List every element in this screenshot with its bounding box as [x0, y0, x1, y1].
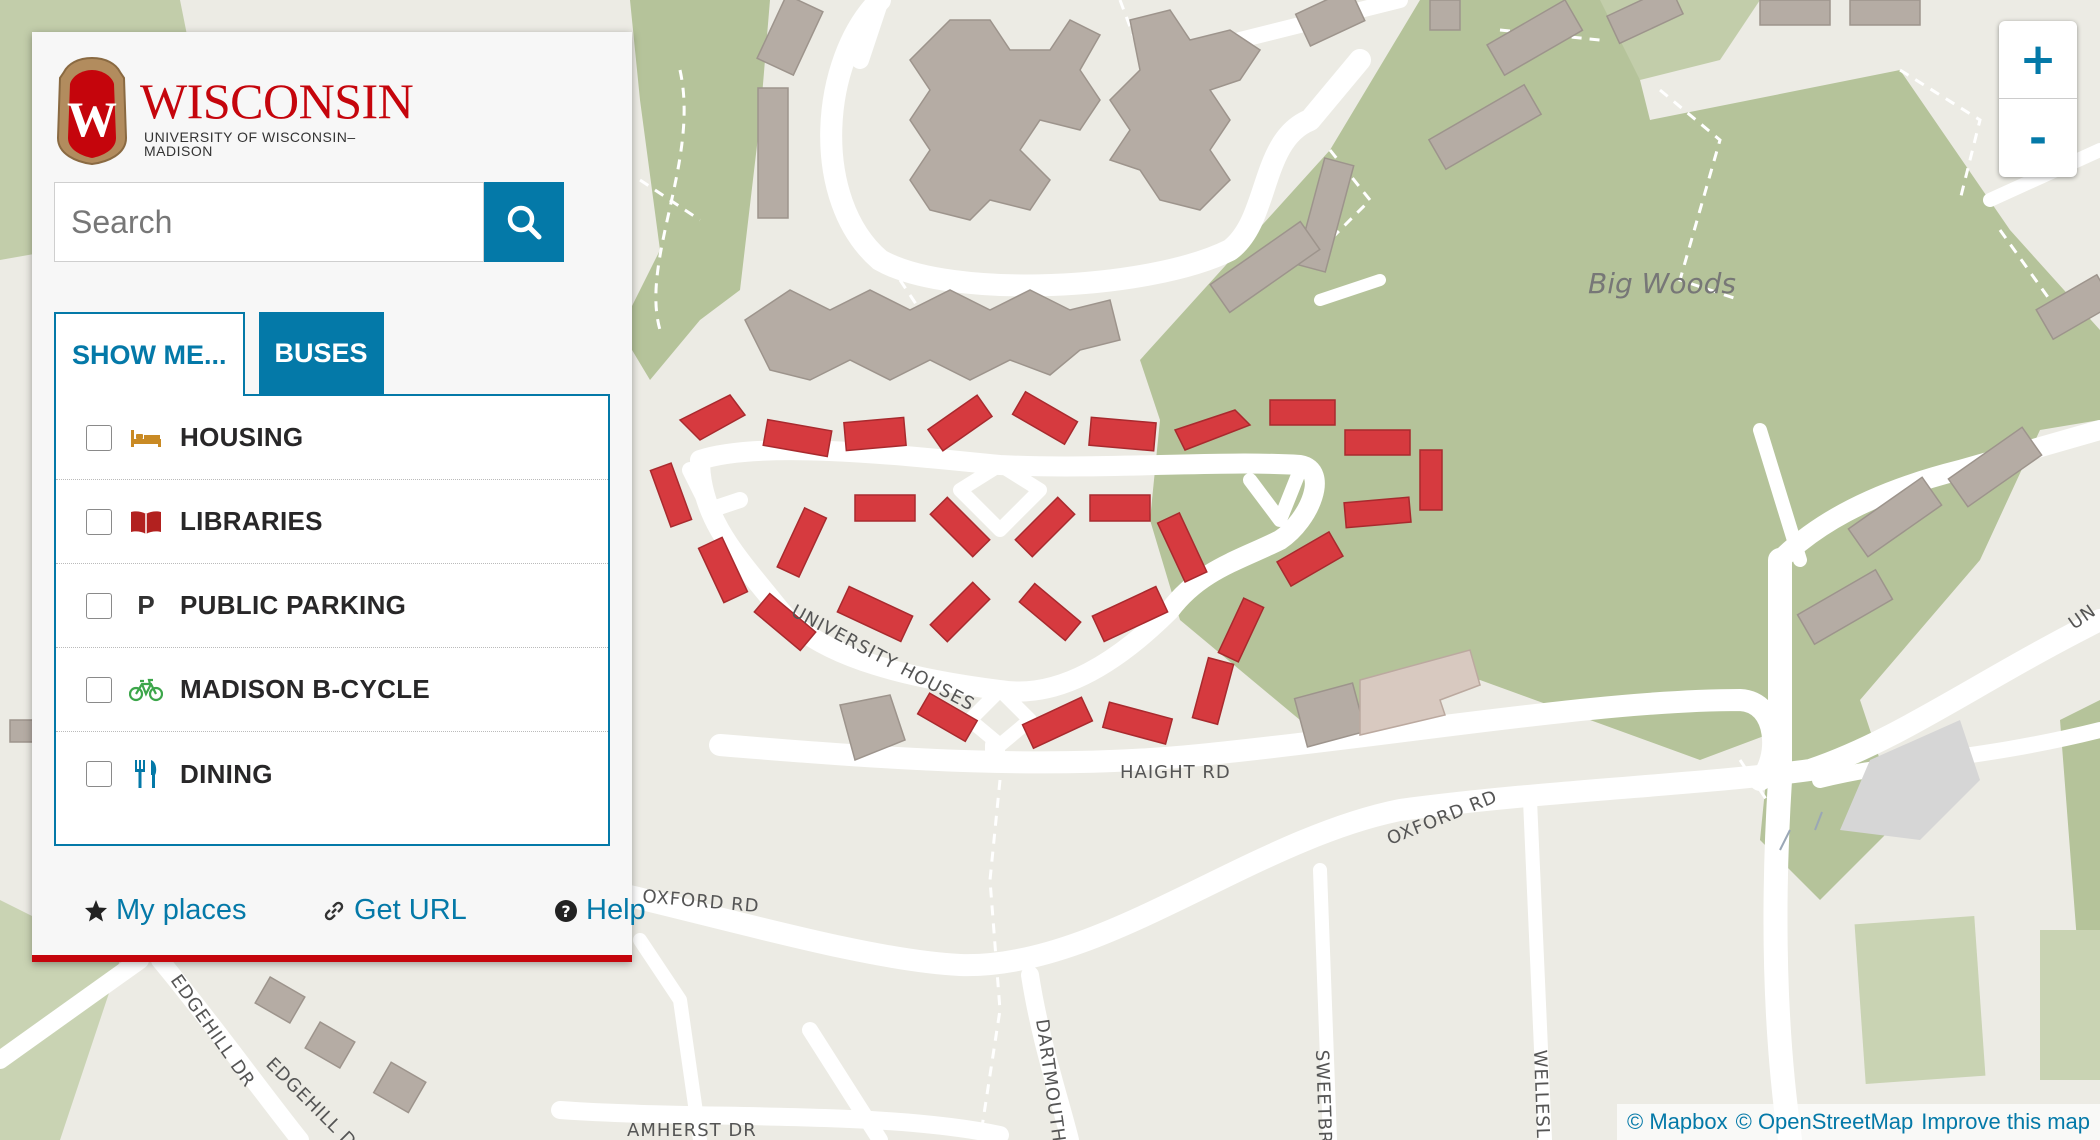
logo-subtitle: UNIVERSITY OF WISCONSIN–MADISON — [144, 129, 356, 159]
housing-label: HOUSING — [180, 422, 304, 452]
help-circle-icon: ? — [555, 899, 577, 922]
zoom-in-button[interactable]: + — [1999, 21, 2077, 99]
layer-row-public-parking[interactable]: P PUBLIC PARKING — [56, 564, 608, 648]
panel-tabs: SHOW ME... BUSES — [54, 312, 384, 396]
libraries-label: LIBRARIES — [180, 506, 323, 536]
libraries-checkbox[interactable] — [86, 508, 112, 535]
bicycle-icon — [126, 675, 166, 705]
layer-row-housing[interactable]: HOUSING — [56, 396, 608, 480]
mapbox-attribution-link[interactable]: © Mapbox — [1627, 1109, 1728, 1135]
tab-buses[interactable]: BUSES — [258, 312, 384, 394]
search-input[interactable] — [54, 182, 484, 262]
parking-symbol: P — [137, 590, 155, 620]
svg-text:W: W — [67, 91, 117, 147]
uw-crest-icon: W — [56, 56, 128, 166]
bed-icon — [126, 423, 166, 453]
get-url-label: Get URL — [354, 894, 467, 926]
zoom-control: + - — [1999, 21, 2077, 177]
improve-map-link[interactable]: Improve this map — [1921, 1109, 2090, 1135]
map-attribution: © Mapbox © OpenStreetMap Improve this ma… — [1617, 1104, 2100, 1140]
layer-row-madison-bcycle[interactable]: MADISON B-CYCLE — [56, 648, 608, 732]
side-panel: W WISCONSIN UNIVERSITY OF WISCONSIN–MADI… — [32, 32, 646, 962]
area-label-big-woods: Big Woods — [1588, 267, 1736, 300]
my-places-link[interactable]: My places — [84, 894, 247, 927]
get-url-link[interactable]: Get URL — [322, 894, 467, 927]
layer-list: HOUSING LIBRARIES P PUBLIC PARKING MADIS… — [54, 394, 610, 846]
dining-label: DINING — [180, 758, 273, 789]
road-label-wellesl: WELLESL — [1529, 1049, 1553, 1139]
panel-footer-links: My places Get URL ? Help — [50, 894, 646, 934]
tab-show-me[interactable]: SHOW ME... — [54, 312, 245, 396]
housing-checkbox[interactable] — [86, 424, 112, 451]
road-label-sweetbr: SWEETBR — [1311, 1049, 1335, 1140]
wisconsin-logo[interactable]: W WISCONSIN UNIVERSITY OF WISCONSIN–MADI… — [54, 54, 414, 174]
my-places-label: My places — [116, 894, 247, 926]
dining-checkbox[interactable] — [86, 761, 112, 787]
logo-wordmark: WISCONSIN — [140, 73, 414, 129]
layer-row-dining[interactable]: DINING — [56, 732, 608, 816]
star-icon — [85, 899, 107, 921]
osm-attribution-link[interactable]: © OpenStreetMap — [1736, 1109, 1914, 1135]
book-icon — [126, 507, 166, 537]
help-label: Help — [586, 894, 646, 926]
madison-bcycle-label: MADISON B-CYCLE — [180, 674, 431, 704]
public-parking-label: PUBLIC PARKING — [180, 590, 407, 620]
magnifier-icon — [507, 205, 542, 240]
road-label-amherst-dr: AMHERST DR — [627, 1120, 757, 1140]
help-link[interactable]: ? Help — [554, 894, 646, 927]
svg-text:?: ? — [561, 902, 570, 921]
link-icon — [324, 901, 344, 920]
zoom-out-button[interactable]: - — [1999, 99, 2077, 177]
search-button[interactable] — [484, 182, 564, 262]
public-parking-checkbox[interactable] — [86, 592, 112, 619]
road-label-haight-rd: HAIGHT RD — [1120, 762, 1231, 783]
search-bar — [54, 182, 564, 264]
layer-row-libraries[interactable]: LIBRARIES — [56, 480, 608, 564]
fork-knife-icon — [126, 759, 166, 789]
parking-icon: P — [126, 590, 166, 621]
madison-bcycle-checkbox[interactable] — [86, 676, 112, 703]
